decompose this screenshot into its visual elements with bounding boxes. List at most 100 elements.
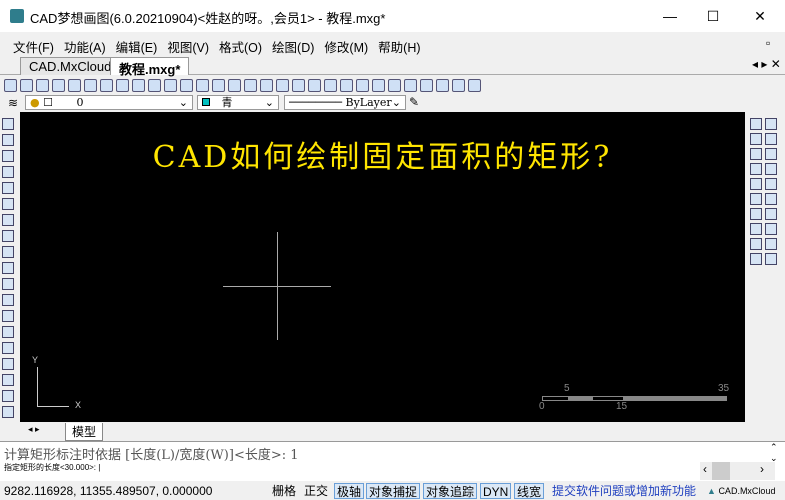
restore-icon[interactable]: ▫: [766, 36, 770, 50]
polygon-icon[interactable]: [2, 166, 14, 178]
tab-model[interactable]: 模型: [65, 423, 104, 441]
trim-icon[interactable]: [765, 178, 777, 190]
layer-manager-icon[interactable]: ≋: [8, 96, 18, 110]
break-icon[interactable]: [765, 193, 777, 205]
linetype-name: ByLayer: [345, 96, 392, 109]
align-icon[interactable]: [765, 238, 777, 250]
new-icon[interactable]: [4, 79, 17, 92]
horizontal-scrollbar[interactable]: ‹ ›: [700, 462, 775, 480]
erase-icon[interactable]: [750, 118, 762, 130]
brush-icon[interactable]: [276, 79, 289, 92]
copy-icon[interactable]: [765, 118, 777, 130]
toggle-lineweight[interactable]: 线宽: [514, 483, 545, 499]
open-icon[interactable]: [20, 79, 33, 92]
window-icon[interactable]: [292, 79, 305, 92]
match-icon[interactable]: [324, 79, 337, 92]
xline-icon[interactable]: [2, 134, 14, 146]
undo-icon[interactable]: [356, 79, 369, 92]
dimension-icon[interactable]: [2, 406, 14, 418]
circle-icon[interactable]: [2, 230, 14, 242]
settings-icon[interactable]: [244, 79, 257, 92]
properties-icon[interactable]: [388, 79, 401, 92]
text-icon[interactable]: [2, 358, 14, 370]
fillet-icon[interactable]: [765, 208, 777, 220]
stretch-icon[interactable]: [750, 178, 762, 190]
mirror-icon[interactable]: [750, 133, 762, 145]
toggle-dyn[interactable]: DYN: [480, 483, 512, 499]
join-icon[interactable]: [765, 223, 777, 235]
toggle-otrack[interactable]: 对象追踪: [423, 483, 478, 499]
polyline-icon[interactable]: [2, 150, 14, 162]
chamfer-icon[interactable]: [750, 208, 762, 220]
minimize-button[interactable]: —: [660, 6, 680, 26]
brand-text: CAD.MxCloud: [718, 486, 776, 496]
feedback-link[interactable]: 提交软件问题或增加新功能: [550, 483, 698, 499]
zoom-realtime-icon[interactable]: [84, 79, 97, 92]
spline-icon[interactable]: [2, 262, 14, 274]
color-select[interactable]: 青 ⌄: [197, 95, 279, 110]
toggle-grid[interactable]: 栅格: [270, 483, 298, 499]
close-button[interactable]: ✕: [750, 6, 770, 26]
pan-icon[interactable]: [132, 79, 145, 92]
move-icon[interactable]: [212, 79, 225, 92]
ellipse-arc-icon[interactable]: [2, 294, 14, 306]
line-icon[interactable]: [2, 118, 14, 130]
toggle-polar[interactable]: 极轴: [334, 483, 365, 499]
scale-label-35: 35: [718, 383, 730, 394]
pdf-icon[interactable]: [436, 79, 449, 92]
grid-icon[interactable]: [308, 79, 321, 92]
open-folder-icon[interactable]: [36, 79, 49, 92]
rectangle-icon[interactable]: [2, 198, 14, 210]
tab-scroll-arrows[interactable]: ◂ ▸: [28, 424, 40, 435]
rotate-icon[interactable]: [750, 163, 762, 175]
array-icon[interactable]: [750, 148, 762, 160]
linetype-select[interactable]: ──────── ByLayer ⌄: [284, 95, 406, 110]
redo-icon[interactable]: [372, 79, 385, 92]
save-icon[interactable]: [52, 79, 65, 92]
command-input[interactable]: 指定矩形的长度<30.000>: |: [4, 462, 100, 473]
table-icon[interactable]: [2, 374, 14, 386]
offset-icon[interactable]: [765, 133, 777, 145]
hatch-icon[interactable]: [2, 342, 14, 354]
arc-icon[interactable]: [2, 214, 14, 226]
mtext-icon[interactable]: [2, 390, 14, 402]
tab-tutorial[interactable]: 教程.mxg*: [110, 57, 190, 77]
lineweight-icon[interactable]: ✎: [409, 95, 419, 109]
drawing-canvas[interactable]: CAD如何绘制固定面积的矩形? Y X 0 5 15 35: [20, 112, 745, 422]
tab-nav-icons[interactable]: ◂ ▸ ✕: [752, 57, 781, 71]
toggle-osnap[interactable]: 对象捕捉: [366, 483, 421, 499]
explode-icon[interactable]: [750, 223, 762, 235]
tab-cad-mxcloud[interactable]: CAD.MxCloud: [20, 57, 121, 75]
measure-icon[interactable]: [750, 253, 762, 265]
divide-icon[interactable]: [765, 253, 777, 265]
command-window[interactable]: 计算矩形标注时依据 [长度(L)/宽度(W)]<长度>: 1 指定矩形的长度<3…: [0, 441, 785, 481]
zoom-extents-icon[interactable]: [164, 79, 177, 92]
pentagon-icon[interactable]: [2, 182, 14, 194]
ellipse-icon[interactable]: [2, 278, 14, 290]
toggle-ortho[interactable]: 正交: [302, 483, 330, 499]
layer-select[interactable]: ● ☐ 0 ⌄: [25, 95, 193, 110]
ucs-icon[interactable]: [148, 79, 161, 92]
print-icon[interactable]: [340, 79, 353, 92]
palette-icon[interactable]: [404, 79, 417, 92]
lengthen-icon[interactable]: [750, 238, 762, 250]
zoom-previous-icon[interactable]: [180, 79, 193, 92]
zoom-icon[interactable]: [196, 79, 209, 92]
standard-toolbar: [4, 77, 744, 94]
save-as-icon[interactable]: [68, 79, 81, 92]
point-icon[interactable]: [2, 310, 14, 322]
edit-icon[interactable]: [468, 79, 481, 92]
revcloud-icon[interactable]: [2, 246, 14, 258]
scroll-arrows[interactable]: ⌃ ⌄: [770, 442, 778, 464]
move-icon[interactable]: [765, 148, 777, 160]
maximize-button[interactable]: ☐: [703, 6, 723, 26]
layers-icon[interactable]: [260, 79, 273, 92]
pencil-icon[interactable]: [228, 79, 241, 92]
zoom-in-icon[interactable]: [116, 79, 129, 92]
block-icon[interactable]: [420, 79, 433, 92]
scale-icon[interactable]: [765, 163, 777, 175]
insert-block-icon[interactable]: [2, 326, 14, 338]
zoom-window-icon[interactable]: [100, 79, 113, 92]
image-icon[interactable]: [452, 79, 465, 92]
extend-icon[interactable]: [750, 193, 762, 205]
